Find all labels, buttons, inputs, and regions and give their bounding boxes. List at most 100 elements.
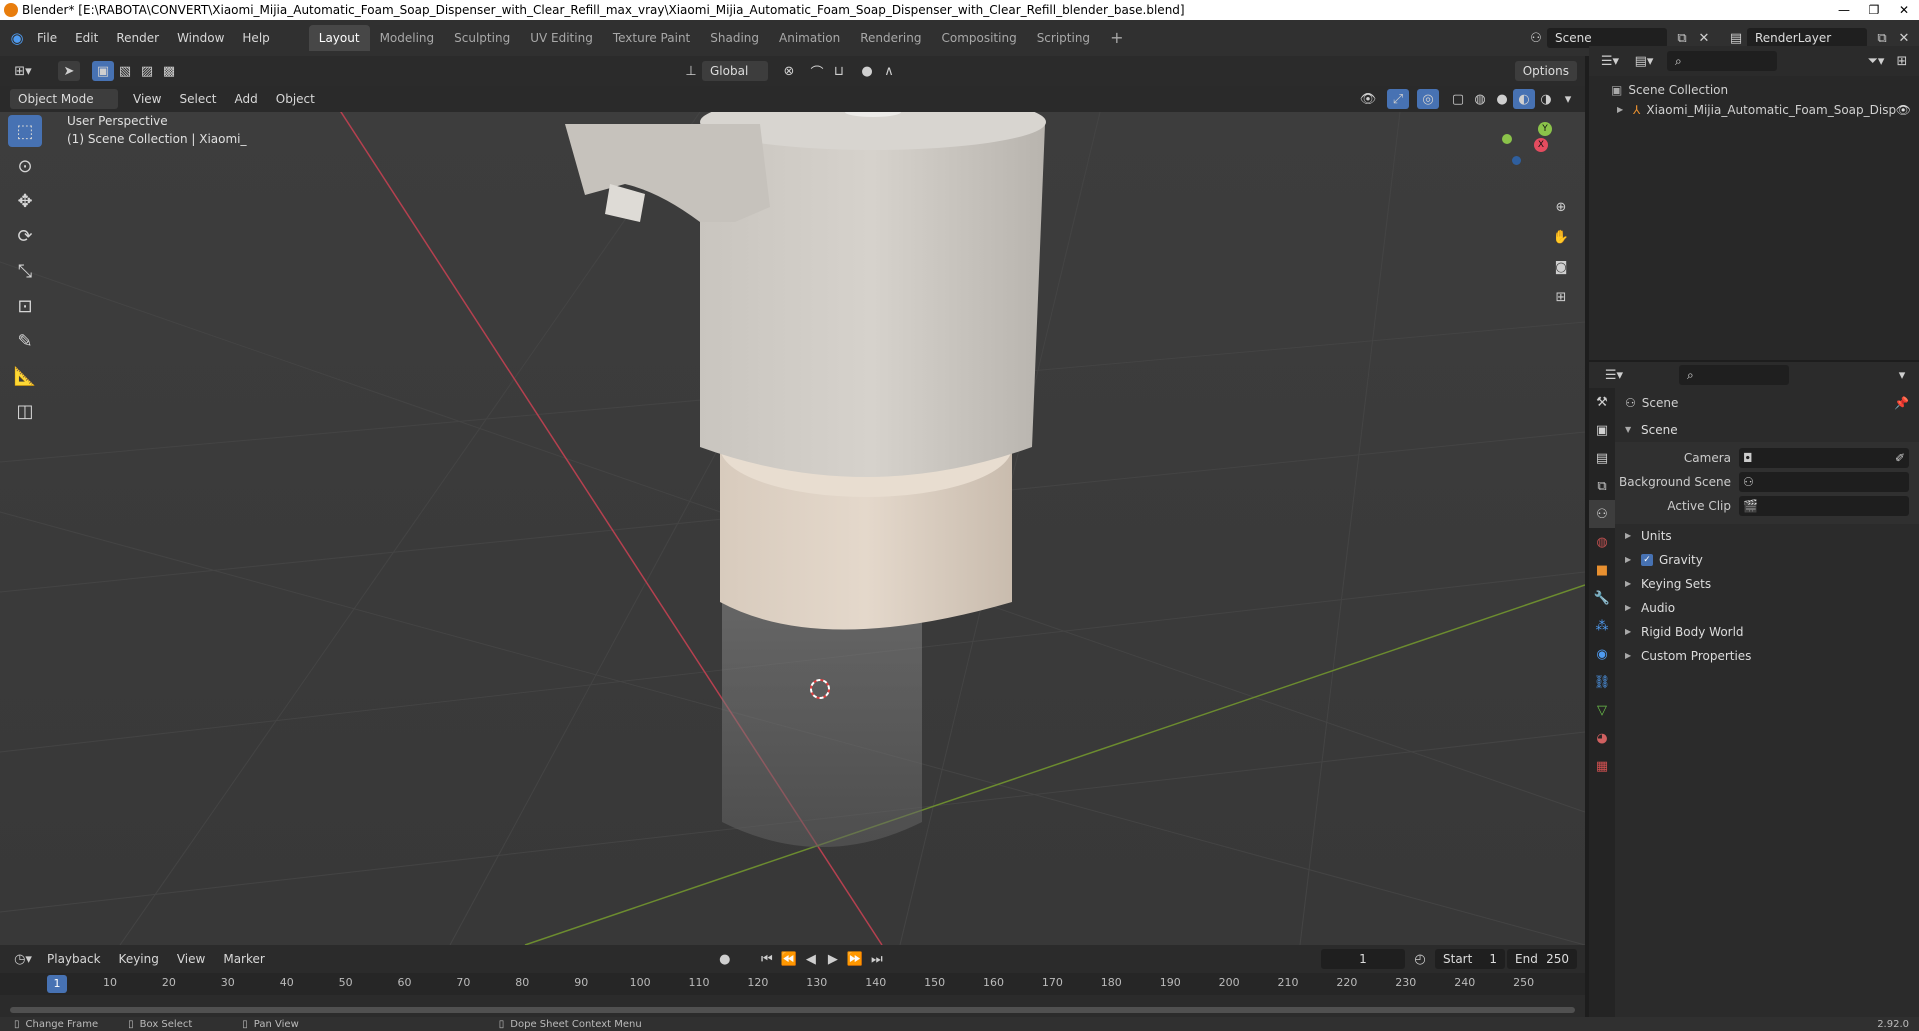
panel-custom-properties[interactable]: ▶ Custom Properties: [1615, 644, 1919, 668]
outliner-editor-type-icon[interactable]: ☰▾: [1595, 51, 1625, 71]
gizmo-x-axis[interactable]: X: [1534, 138, 1548, 152]
select-mode-subtract-icon[interactable]: ▨: [136, 61, 158, 81]
properties-editor-type-icon[interactable]: ☰▾: [1599, 365, 1629, 385]
snap-icon[interactable]: ⌒: [806, 61, 828, 81]
minimize-button[interactable]: —: [1829, 0, 1859, 20]
panel-rigid-body-world[interactable]: ▶ Rigid Body World: [1615, 620, 1919, 644]
tab-uv-editing[interactable]: UV Editing: [520, 25, 603, 51]
playhead[interactable]: 1: [47, 975, 67, 993]
select-mode-extend-icon[interactable]: ▧: [114, 61, 136, 81]
expand-arrow-icon[interactable]: ▶: [1617, 100, 1625, 120]
zoom-icon[interactable]: ⊕: [1550, 192, 1572, 222]
tab-modeling[interactable]: Modeling: [370, 25, 445, 51]
close-button[interactable]: ✕: [1889, 0, 1919, 20]
panel-audio[interactable]: ▶ Audio: [1615, 596, 1919, 620]
proportional-edit-icon[interactable]: ●: [856, 61, 878, 81]
gizmo-y-axis[interactable]: Y: [1538, 122, 1552, 136]
particles-tab-icon[interactable]: ⁂: [1589, 612, 1615, 640]
ortho-grid-icon[interactable]: ⊞: [1550, 282, 1572, 312]
visibility-icon[interactable]: 👁: [1357, 89, 1379, 109]
timeline-scrollbar[interactable]: [10, 1007, 1575, 1013]
frame-ruler[interactable]: 10 20 30 40 50 60 70 80 90 100 110 120 130 140 150 160 1…: [0, 973, 1585, 995]
play-reverse-icon[interactable]: ◀: [800, 949, 822, 969]
data-tab-icon[interactable]: ▽: [1589, 696, 1615, 724]
panel-keying-sets[interactable]: ▶ Keying Sets: [1615, 572, 1919, 596]
scene-selector[interactable]: Scene: [1547, 28, 1667, 48]
select-mode-new-icon[interactable]: ▣: [92, 61, 114, 81]
overlay-toggle-icon[interactable]: ◎: [1417, 89, 1439, 109]
gizmo-neg-z[interactable]: [1512, 156, 1521, 165]
timeline-menu-playback[interactable]: Playback: [38, 946, 110, 972]
select-tool-icon[interactable]: ➤: [58, 61, 80, 81]
menu-file[interactable]: File: [28, 25, 66, 51]
jump-end-icon[interactable]: ⏭: [866, 949, 888, 969]
navigation-gizmo[interactable]: Y X Z: [1490, 112, 1570, 170]
tab-rendering[interactable]: Rendering: [850, 25, 931, 51]
pan-hand-icon[interactable]: ✋: [1550, 222, 1572, 252]
menu-edit[interactable]: Edit: [66, 25, 107, 51]
tab-shading[interactable]: Shading: [700, 25, 769, 51]
timeline-menu-view[interactable]: View: [168, 946, 214, 972]
jump-keyframe-forward-icon[interactable]: ⏩: [844, 949, 866, 969]
shading-rendered-icon[interactable]: ◑: [1535, 89, 1557, 109]
gizmo-toggle-icon[interactable]: ⤢: [1387, 89, 1409, 109]
tab-texture-paint[interactable]: Texture Paint: [603, 25, 700, 51]
camera-field[interactable]: ◘ ✐: [1739, 448, 1909, 468]
start-frame-field[interactable]: Start 1: [1435, 949, 1505, 969]
eye-visibility-icon[interactable]: 👁: [1896, 100, 1911, 120]
orientation-dropdown[interactable]: Global: [702, 61, 768, 81]
scene-tab-icon[interactable]: ⚇: [1589, 500, 1615, 528]
transform-tool-icon[interactable]: ⊡: [8, 290, 42, 322]
select-box-tool-icon[interactable]: ⬚: [8, 115, 42, 147]
add-cube-tool-icon[interactable]: ◫: [8, 395, 42, 427]
world-tab-icon[interactable]: ◍: [1589, 528, 1615, 556]
new-collection-icon[interactable]: ⊞: [1891, 51, 1913, 71]
material-tab-icon[interactable]: ◕: [1589, 724, 1615, 752]
gravity-checkbox[interactable]: ✓: [1641, 554, 1653, 566]
gizmo-neg-y[interactable]: [1502, 134, 1512, 144]
render-layer-selector[interactable]: RenderLayer: [1747, 28, 1867, 48]
move-tool-icon[interactable]: ✥: [8, 185, 42, 217]
object-tab-icon[interactable]: ■: [1589, 556, 1615, 584]
options-dropdown[interactable]: Options: [1514, 61, 1577, 81]
editor-type-icon[interactable]: ⊞▾: [8, 61, 38, 81]
constraints-tab-icon[interactable]: ⛓: [1589, 668, 1615, 696]
pivot-icon[interactable]: ⊗: [778, 61, 800, 81]
modifier-tab-icon[interactable]: 🔧: [1589, 584, 1615, 612]
cursor-tool-icon[interactable]: ⊙: [8, 150, 42, 182]
outliner-search-input[interactable]: ⌕: [1667, 51, 1777, 71]
select-mode-invert-icon[interactable]: ▩: [158, 61, 180, 81]
tab-compositing[interactable]: Compositing: [931, 25, 1026, 51]
clear-refill-bottle[interactable]: [722, 592, 922, 847]
delete-layer-icon[interactable]: ✕: [1893, 28, 1915, 48]
timeline-editor-type-icon[interactable]: ◷▾: [8, 949, 38, 969]
camera-view-icon[interactable]: ◙: [1550, 252, 1572, 282]
new-scene-icon[interactable]: ⧉: [1671, 28, 1693, 48]
tab-scripting[interactable]: Scripting: [1027, 25, 1100, 51]
viewport-menu-add[interactable]: Add: [226, 86, 267, 112]
panel-scene-header[interactable]: ▼ Scene: [1615, 418, 1919, 442]
output-tab-icon[interactable]: ▤: [1589, 444, 1615, 472]
scale-tool-icon[interactable]: ⤡: [8, 255, 42, 287]
jump-start-icon[interactable]: ⏮: [756, 949, 778, 969]
viewport-menu-select[interactable]: Select: [170, 86, 225, 112]
maximize-button[interactable]: ❐: [1859, 0, 1889, 20]
shading-wireframe-icon[interactable]: ◍: [1469, 89, 1491, 109]
background-scene-field[interactable]: ⚇: [1739, 472, 1909, 492]
shading-options-icon[interactable]: ▾: [1557, 89, 1579, 109]
xray-icon[interactable]: ▢: [1447, 89, 1469, 109]
menu-render[interactable]: Render: [107, 25, 168, 51]
jump-keyframe-back-icon[interactable]: ⏪: [778, 949, 800, 969]
record-icon[interactable]: ●: [714, 949, 736, 969]
outliner-row-scene-collection[interactable]: ▣ Scene Collection: [1589, 80, 1919, 100]
object-mode-dropdown[interactable]: Object Mode: [10, 89, 118, 109]
tool-tab-icon[interactable]: ⚒: [1589, 388, 1615, 416]
tab-sculpting[interactable]: Sculpting: [444, 25, 520, 51]
add-workspace-button[interactable]: +: [1100, 25, 1133, 51]
active-clip-field[interactable]: 🎬: [1739, 496, 1909, 516]
annotate-tool-icon[interactable]: ✎: [8, 325, 42, 357]
eyedropper-icon[interactable]: ✐: [1895, 451, 1905, 465]
3d-viewport[interactable]: User Perspective (1) Scene Collection | …: [0, 112, 1585, 945]
falloff-icon[interactable]: ∧: [878, 61, 900, 81]
physics-tab-icon[interactable]: ◉: [1589, 640, 1615, 668]
